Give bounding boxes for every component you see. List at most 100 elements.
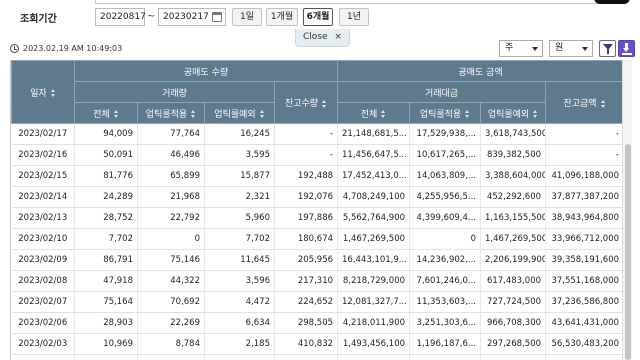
table-cell: 37,551,168,000 [545,270,622,292]
header-amt-total[interactable]: 전체 [337,102,411,124]
chevron-down-icon [532,47,538,51]
sort-icon[interactable] [113,110,119,118]
header-date[interactable]: 일자 [11,60,75,124]
table-cell: 2023/02/10 [11,228,75,250]
table-row[interactable]: 2023/02/15 81,776 65,899 15,877 192,488 17,45… [11,165,622,187]
end-date-value: 20230217 [163,12,209,22]
sort-icon[interactable] [191,110,196,118]
table-cell: 2023/02/13 [11,207,75,229]
scrollbar-thumb[interactable] [625,144,631,360]
table-cell: 86,791 [74,249,138,271]
table-cell: 16,443,101,9... [337,249,411,271]
table-cell: 77,764 [137,123,205,145]
header-qty-uptick-applied[interactable]: 업틱룰적용 [137,102,205,124]
table-cell: 37,236,586,800 [545,291,622,313]
end-date-input[interactable]: 20230217 [158,8,226,26]
previous-filter-row [0,0,640,6]
table-cell: 81,776 [74,165,138,187]
table-row[interactable]: 2023/02/14 24,289 21,968 2,321 192,076 4,708,… [11,186,622,208]
table-row[interactable]: 2023/02/0215,68013,3202,360574,5512,041,… [11,354,622,360]
table-cell: 197,886 [274,207,339,229]
table-cell: 24,289 [74,186,138,208]
header-amt-uptick-applied[interactable]: 업틱룰적용 [409,102,482,124]
calendar-icon[interactable] [212,12,222,22]
table-cell: 1,467,269,500 [480,228,547,250]
filter-button[interactable] [599,40,616,57]
table-cell: 839,382,500 [480,144,547,166]
search-button[interactable] [594,0,630,4]
table-cell: 65,899 [137,165,205,187]
start-date-input[interactable]: 20220817 [95,8,146,26]
table-cell: 2023/02/14 [11,186,75,208]
table-cell: 2023/02/09 [11,249,75,271]
table-cell: 2023/02/08 [11,270,75,292]
table-cell: 3,595 [204,144,275,166]
table-cell: 17,452,413,0... [337,165,411,187]
table-cell: 224,652 [274,291,339,313]
header-qty-uptick-exempt[interactable]: 업틱룰예외 [204,102,275,124]
table-cell: 94,009 [74,123,138,145]
table-cell: 8,784 [137,333,205,355]
table-cell: 13,320 [137,354,205,360]
table-cell: 16,245 [204,123,275,145]
sort-icon[interactable] [50,89,56,97]
table-cell: 217,310 [274,270,339,292]
sort-icon[interactable] [381,110,386,118]
sort-icon[interactable] [322,99,327,108]
table-row[interactable]: 2023/02/17 94,009 77,764 16,245-21,148,681,… [11,123,622,145]
header-short-qty: 공매도 수량 [73,60,339,82]
table-row[interactable]: 2023/02/16 50,091 46,496 3,595-11,456,647,5… [11,144,622,166]
header-balance-qty[interactable]: 잔고수량 [273,81,339,124]
table-cell: 180,674 [274,228,339,250]
vertical-scrollbar[interactable] [622,60,632,360]
table-cell: 37,877,387,200 [545,186,622,208]
table-cell: 10,617,265,... [409,144,482,166]
table-cell: 1,196,187,6... [409,333,482,355]
period-button-6m[interactable]: 6개월 [303,8,333,26]
sort-icon[interactable] [600,99,606,108]
table-cell: 17,529,938,... [409,123,482,145]
period-filter-row: 조회기간 20220817 ~ 20230217 1일 1개월 6개월 1년 [0,7,640,27]
table-row[interactable]: 2023/02/08 47,918 44,322 3,596 217,310 8,218,… [11,270,622,292]
table-cell: 410,832 [274,333,339,355]
sort-icon[interactable] [259,110,265,118]
table-cell: 4,399,609,4... [409,207,482,229]
table-cell: 15,680 [74,354,138,360]
table-row[interactable]: 2023/02/09 86,791 75,146 11,645 205,956 16,44… [11,249,622,271]
table-row[interactable]: 2023/02/10 7,702 0 7,702 180,674 1,467,269,50… [11,228,622,250]
period-button-1y[interactable]: 1년 [339,8,369,26]
table-cell: 617,483,000 [480,270,547,292]
table-row[interactable]: 2023/02/06 28,903 22,269 6,634 298,505 4,218,… [11,312,622,334]
table-cell: 3,618,743,500 [480,123,547,145]
table-cell: 2023/02/16 [11,144,75,166]
period-button-1d[interactable]: 1일 [232,8,262,26]
header-balance-amt[interactable]: 잔고금액 [545,81,622,124]
sort-icon[interactable] [533,110,538,118]
unit-select[interactable]: 주 [499,40,543,57]
table-row[interactable]: 2023/02/07 75,164 70,692 4,472 224,652 12,081… [11,291,622,313]
header-short-amt: 공매도 금액 [337,60,622,82]
table-cell: - [545,144,622,166]
currency-select[interactable]: 원 [549,40,593,57]
header-amt-uptick-exempt[interactable]: 업틱룰예외 [480,102,547,124]
toolbar-row: 2023.02.19 AM 10:49:03 주 원 [0,40,640,58]
table-cell: 5,562,764,900 [337,207,411,229]
period-button-1m[interactable]: 1개월 [266,8,298,26]
table-cell: 38,943,964,800 [545,207,622,229]
table-row[interactable]: 2023/02/03 10,969 8,784 2,185 410,832 1,493,4… [11,333,622,355]
table-cell: 50,091 [74,144,138,166]
table-cell: 22,269 [137,312,205,334]
table-cell: 41,096,188,000 [545,165,622,187]
table-cell: 11,353,603,... [409,291,482,313]
table-cell: 3,596 [204,270,275,292]
table-row[interactable]: 2023/02/13 28,752 22,792 5,960 197,886 5,562,… [11,207,622,229]
table-cell: 0 [137,228,205,250]
table-cell: 14,236,902,... [409,249,482,271]
header-qty-total[interactable]: 전체 [74,102,138,124]
download-button[interactable] [618,40,635,57]
sort-icon[interactable] [465,110,470,118]
table-cell: 5,960 [204,207,275,229]
table-cell: 2,206,199,900 [480,249,547,271]
table-cell: 39,358,191,600 [545,249,622,271]
period-label: 조회기간 [20,14,57,25]
